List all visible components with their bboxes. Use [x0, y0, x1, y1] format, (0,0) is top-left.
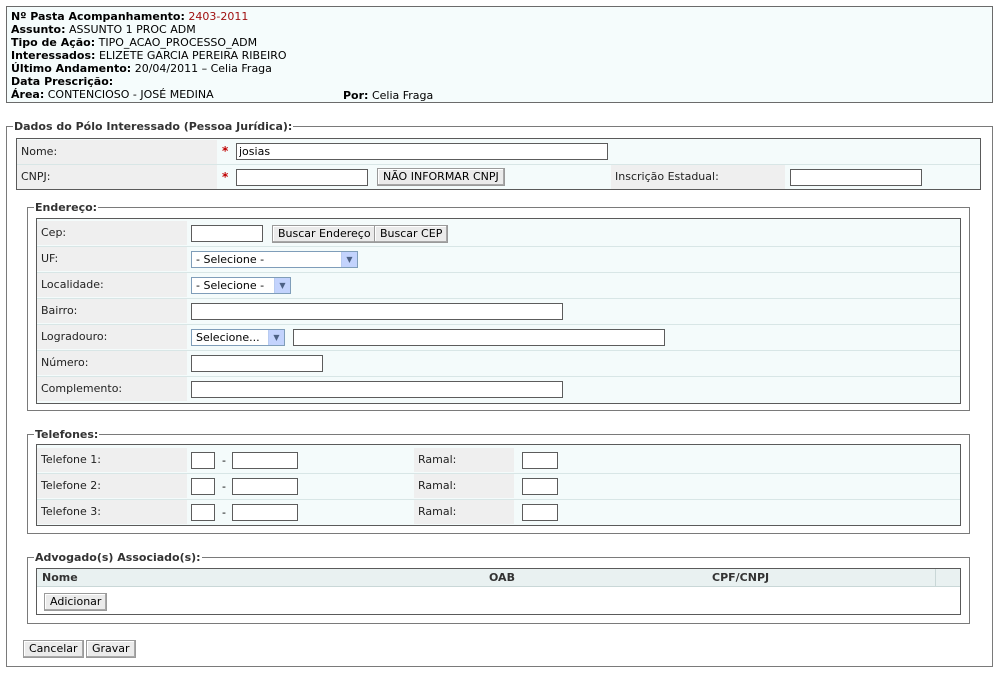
cancel-button[interactable]: Cancelar [23, 640, 84, 658]
adicionar-advogado-button[interactable]: Adicionar [44, 593, 108, 611]
column-header-cpf-cnpj: CPF/CNPJ [712, 571, 770, 584]
uf-label: UF: [37, 247, 187, 271]
bairro-input[interactable] [191, 303, 563, 320]
column-divider [935, 569, 936, 587]
row-divider [37, 350, 960, 351]
area-value: CONTENCIOSO - JOSÉ MEDINA [47, 88, 214, 101]
row-divider [37, 324, 960, 325]
interessados-label: Interessados: [11, 49, 96, 62]
phone-dash: - [222, 454, 226, 467]
cep-label: Cep: [37, 221, 187, 245]
logradouro-type-select[interactable]: Selecione... ▼ [191, 329, 285, 346]
telefone-2-ddd-input[interactable] [191, 478, 215, 495]
assunto-value: ASSUNTO 1 PROC ADM [68, 23, 196, 36]
cep-input[interactable] [191, 225, 263, 242]
buscar-cep-button[interactable]: Buscar CEP [374, 225, 449, 243]
uf-selected-value: - Selecione - [196, 253, 265, 266]
telefone-3-number-input[interactable] [232, 504, 298, 521]
tipo-acao-value: TIPO_ACAO_PROCESSO_ADM [98, 36, 258, 49]
complemento-label: Complemento: [37, 377, 187, 401]
telefone-1-number-input[interactable] [232, 452, 298, 469]
telefone-3-label: Telefone 3: [37, 500, 187, 524]
row-divider [17, 164, 980, 165]
advogados-table: Nome OAB CPF/CNPJ Adicionar [36, 568, 961, 615]
nao-informar-cnpj-button[interactable]: NÃO INFORMAR CNPJ [377, 168, 505, 186]
interessados-value: ELIZETE GARCIA PEREIRA RIBEIRO [98, 49, 287, 62]
ramal-3-label: Ramal: [414, 500, 514, 524]
pasta-value: 2403-2011 [188, 10, 249, 23]
chevron-down-icon: ▼ [274, 278, 290, 293]
complemento-input[interactable] [191, 381, 563, 398]
phone-dash: - [222, 480, 226, 493]
process-info-panel: Nº Pasta Acompanhamento: 2403-2011 Assun… [6, 6, 993, 103]
area-label: Área: [11, 88, 45, 101]
telefones-box: Telefone 1: Telefone 2: Telefone 3: Rama… [36, 444, 961, 526]
row-divider [37, 499, 960, 500]
telefone-1-label: Telefone 1: [37, 448, 187, 472]
identification-box: Nome: CNPJ: * * NÃO INFORMAR CNPJ Inscri… [16, 138, 981, 190]
row-divider [37, 473, 960, 474]
ramal-1-input[interactable] [522, 452, 558, 469]
save-button[interactable]: Gravar [86, 640, 136, 658]
por-label: Por: [343, 89, 369, 102]
ultimo-andamento-label: Último Andamento: [11, 62, 132, 75]
ultimo-andamento-value: 20/04/2011 – Celia Fraga [134, 62, 272, 75]
buscar-endereco-button[interactable]: Buscar Endereço [272, 225, 377, 243]
ramal-2-input[interactable] [522, 478, 558, 495]
telefone-3-ddd-input[interactable] [191, 504, 215, 521]
column-header-nome: Nome [42, 571, 78, 584]
row-divider [37, 272, 960, 273]
ramal-1-label: Ramal: [414, 448, 514, 472]
row-divider [37, 298, 960, 299]
cnpj-label: CNPJ: [17, 165, 217, 189]
logradouro-label: Logradouro: [37, 325, 187, 349]
por-field: Por: Celia Fraga [343, 89, 433, 102]
chevron-down-icon: ▼ [341, 252, 357, 267]
endereco-box: Cep: UF: Localidade: Bairro: Logradouro:… [36, 218, 961, 404]
ramal-3-input[interactable] [522, 504, 558, 521]
nome-label: Nome: [17, 140, 217, 164]
advogados-table-header: Nome OAB CPF/CNPJ [37, 569, 960, 587]
endereco-legend: Endereço: [35, 201, 98, 214]
column-header-oab: OAB [489, 571, 515, 584]
inscricao-estadual-input[interactable] [790, 169, 922, 186]
ramal-2-label: Ramal: [414, 474, 514, 498]
cnpj-required-mark: * [222, 170, 229, 184]
chevron-down-icon: ▼ [268, 330, 284, 345]
telefone-2-number-input[interactable] [232, 478, 298, 495]
bairro-label: Bairro: [37, 299, 187, 323]
nome-input[interactable] [236, 143, 608, 160]
assunto-label: Assunto: [11, 23, 66, 36]
advogados-legend: Advogado(s) Associado(s): [35, 551, 201, 564]
numero-label: Número: [37, 351, 187, 375]
localidade-select[interactable]: - Selecione - ▼ [191, 277, 291, 294]
polo-interessado-legend: Dados do Pólo Interessado (Pessoa Jurídi… [14, 120, 293, 133]
nome-required-mark: * [222, 144, 229, 158]
row-divider [37, 376, 960, 377]
por-value: Celia Fraga [371, 89, 434, 102]
telefones-legend: Telefones: [35, 428, 99, 441]
pasta-label: Nº Pasta Acompanhamento: [11, 10, 185, 23]
numero-input[interactable] [191, 355, 323, 372]
inscricao-estadual-label: Inscrição Estadual: [611, 165, 785, 189]
uf-select[interactable]: - Selecione - ▼ [191, 251, 358, 268]
localidade-selected-value: - Selecione - [196, 279, 265, 292]
cnpj-input[interactable] [236, 169, 368, 186]
logradouro-selected-value: Selecione... [196, 331, 260, 344]
tipo-acao-label: Tipo de Ação: [11, 36, 96, 49]
logradouro-input[interactable] [293, 329, 665, 346]
phone-dash: - [222, 506, 226, 519]
telefone-1-ddd-input[interactable] [191, 452, 215, 469]
localidade-label: Localidade: [37, 273, 187, 297]
data-prescricao-label: Data Prescrição: [11, 75, 114, 88]
row-divider [37, 246, 960, 247]
telefone-2-label: Telefone 2: [37, 474, 187, 498]
